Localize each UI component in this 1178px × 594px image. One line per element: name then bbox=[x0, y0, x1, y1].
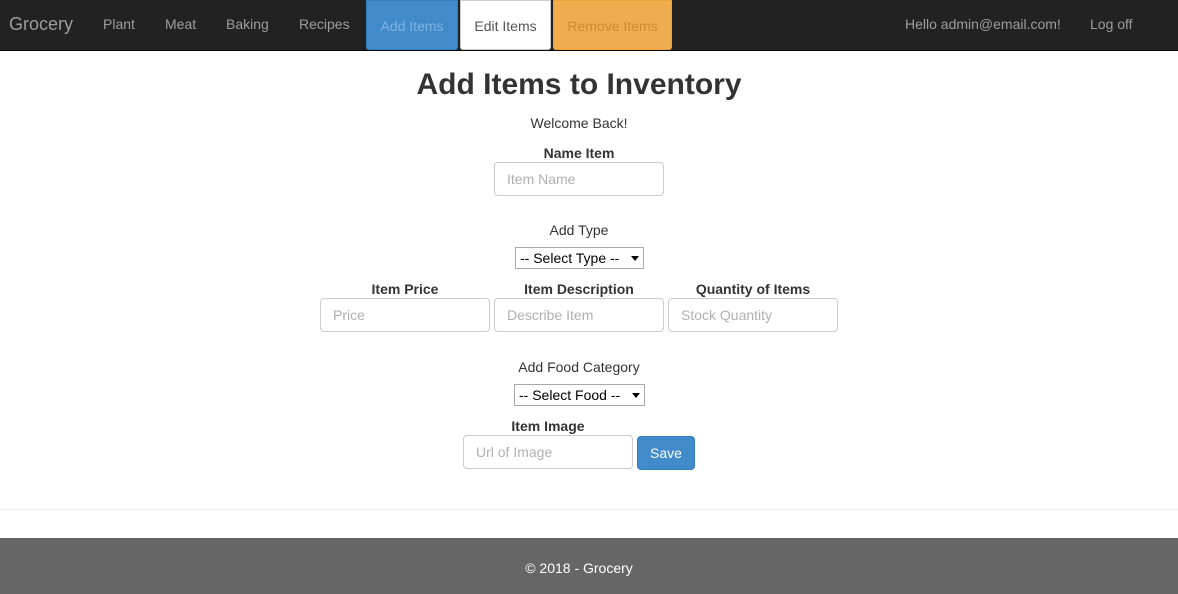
nav-link-meat[interactable]: Meat bbox=[165, 16, 196, 32]
item-price-label: Item Price bbox=[371, 281, 439, 297]
item-image-label: Item Image bbox=[511, 418, 585, 434]
brand-link[interactable]: Grocery bbox=[9, 14, 73, 34]
log-off-link[interactable]: Log off bbox=[1090, 16, 1133, 32]
quantity-input[interactable] bbox=[668, 298, 838, 332]
name-item-label: Name Item bbox=[543, 145, 615, 161]
item-name-input[interactable] bbox=[494, 162, 664, 196]
divider bbox=[0, 509, 1178, 510]
price-input[interactable] bbox=[320, 298, 490, 332]
footer-copyright: © 2018 - Grocery bbox=[525, 560, 633, 576]
quantity-label: Quantity of Items bbox=[695, 281, 811, 297]
welcome-message: Welcome Back! bbox=[530, 115, 628, 131]
food-category-select[interactable]: -- Select Food -- bbox=[514, 384, 645, 406]
image-url-input[interactable] bbox=[463, 435, 633, 469]
user-greeting-link[interactable]: Hello admin@email.com! bbox=[905, 16, 1061, 32]
food-select-value: -- Select Food -- bbox=[519, 387, 621, 403]
food-category-label: Add Food Category bbox=[518, 359, 640, 375]
description-input[interactable] bbox=[494, 298, 664, 332]
edit-items-button[interactable]: Edit Items bbox=[460, 0, 551, 50]
save-button[interactable]: Save bbox=[637, 436, 695, 470]
add-items-button[interactable]: Add Items bbox=[366, 0, 458, 50]
type-select-value: -- Select Type -- bbox=[520, 250, 620, 266]
remove-items-button[interactable]: Remove Items bbox=[553, 0, 672, 50]
nav-link-recipes[interactable]: Recipes bbox=[299, 16, 350, 32]
chevron-down-icon bbox=[631, 256, 639, 261]
nav-link-baking[interactable]: Baking bbox=[226, 16, 269, 32]
add-type-label: Add Type bbox=[549, 222, 609, 238]
top-navbar: Grocery Plant Meat Baking Recipes Add It… bbox=[0, 0, 1178, 51]
footer: © 2018 - Grocery bbox=[0, 538, 1178, 594]
chevron-down-icon bbox=[632, 393, 640, 398]
nav-link-plant[interactable]: Plant bbox=[103, 16, 135, 32]
type-select[interactable]: -- Select Type -- bbox=[515, 247, 644, 269]
page-title: Add Items to Inventory bbox=[416, 68, 742, 101]
item-description-label: Item Description bbox=[524, 281, 634, 297]
